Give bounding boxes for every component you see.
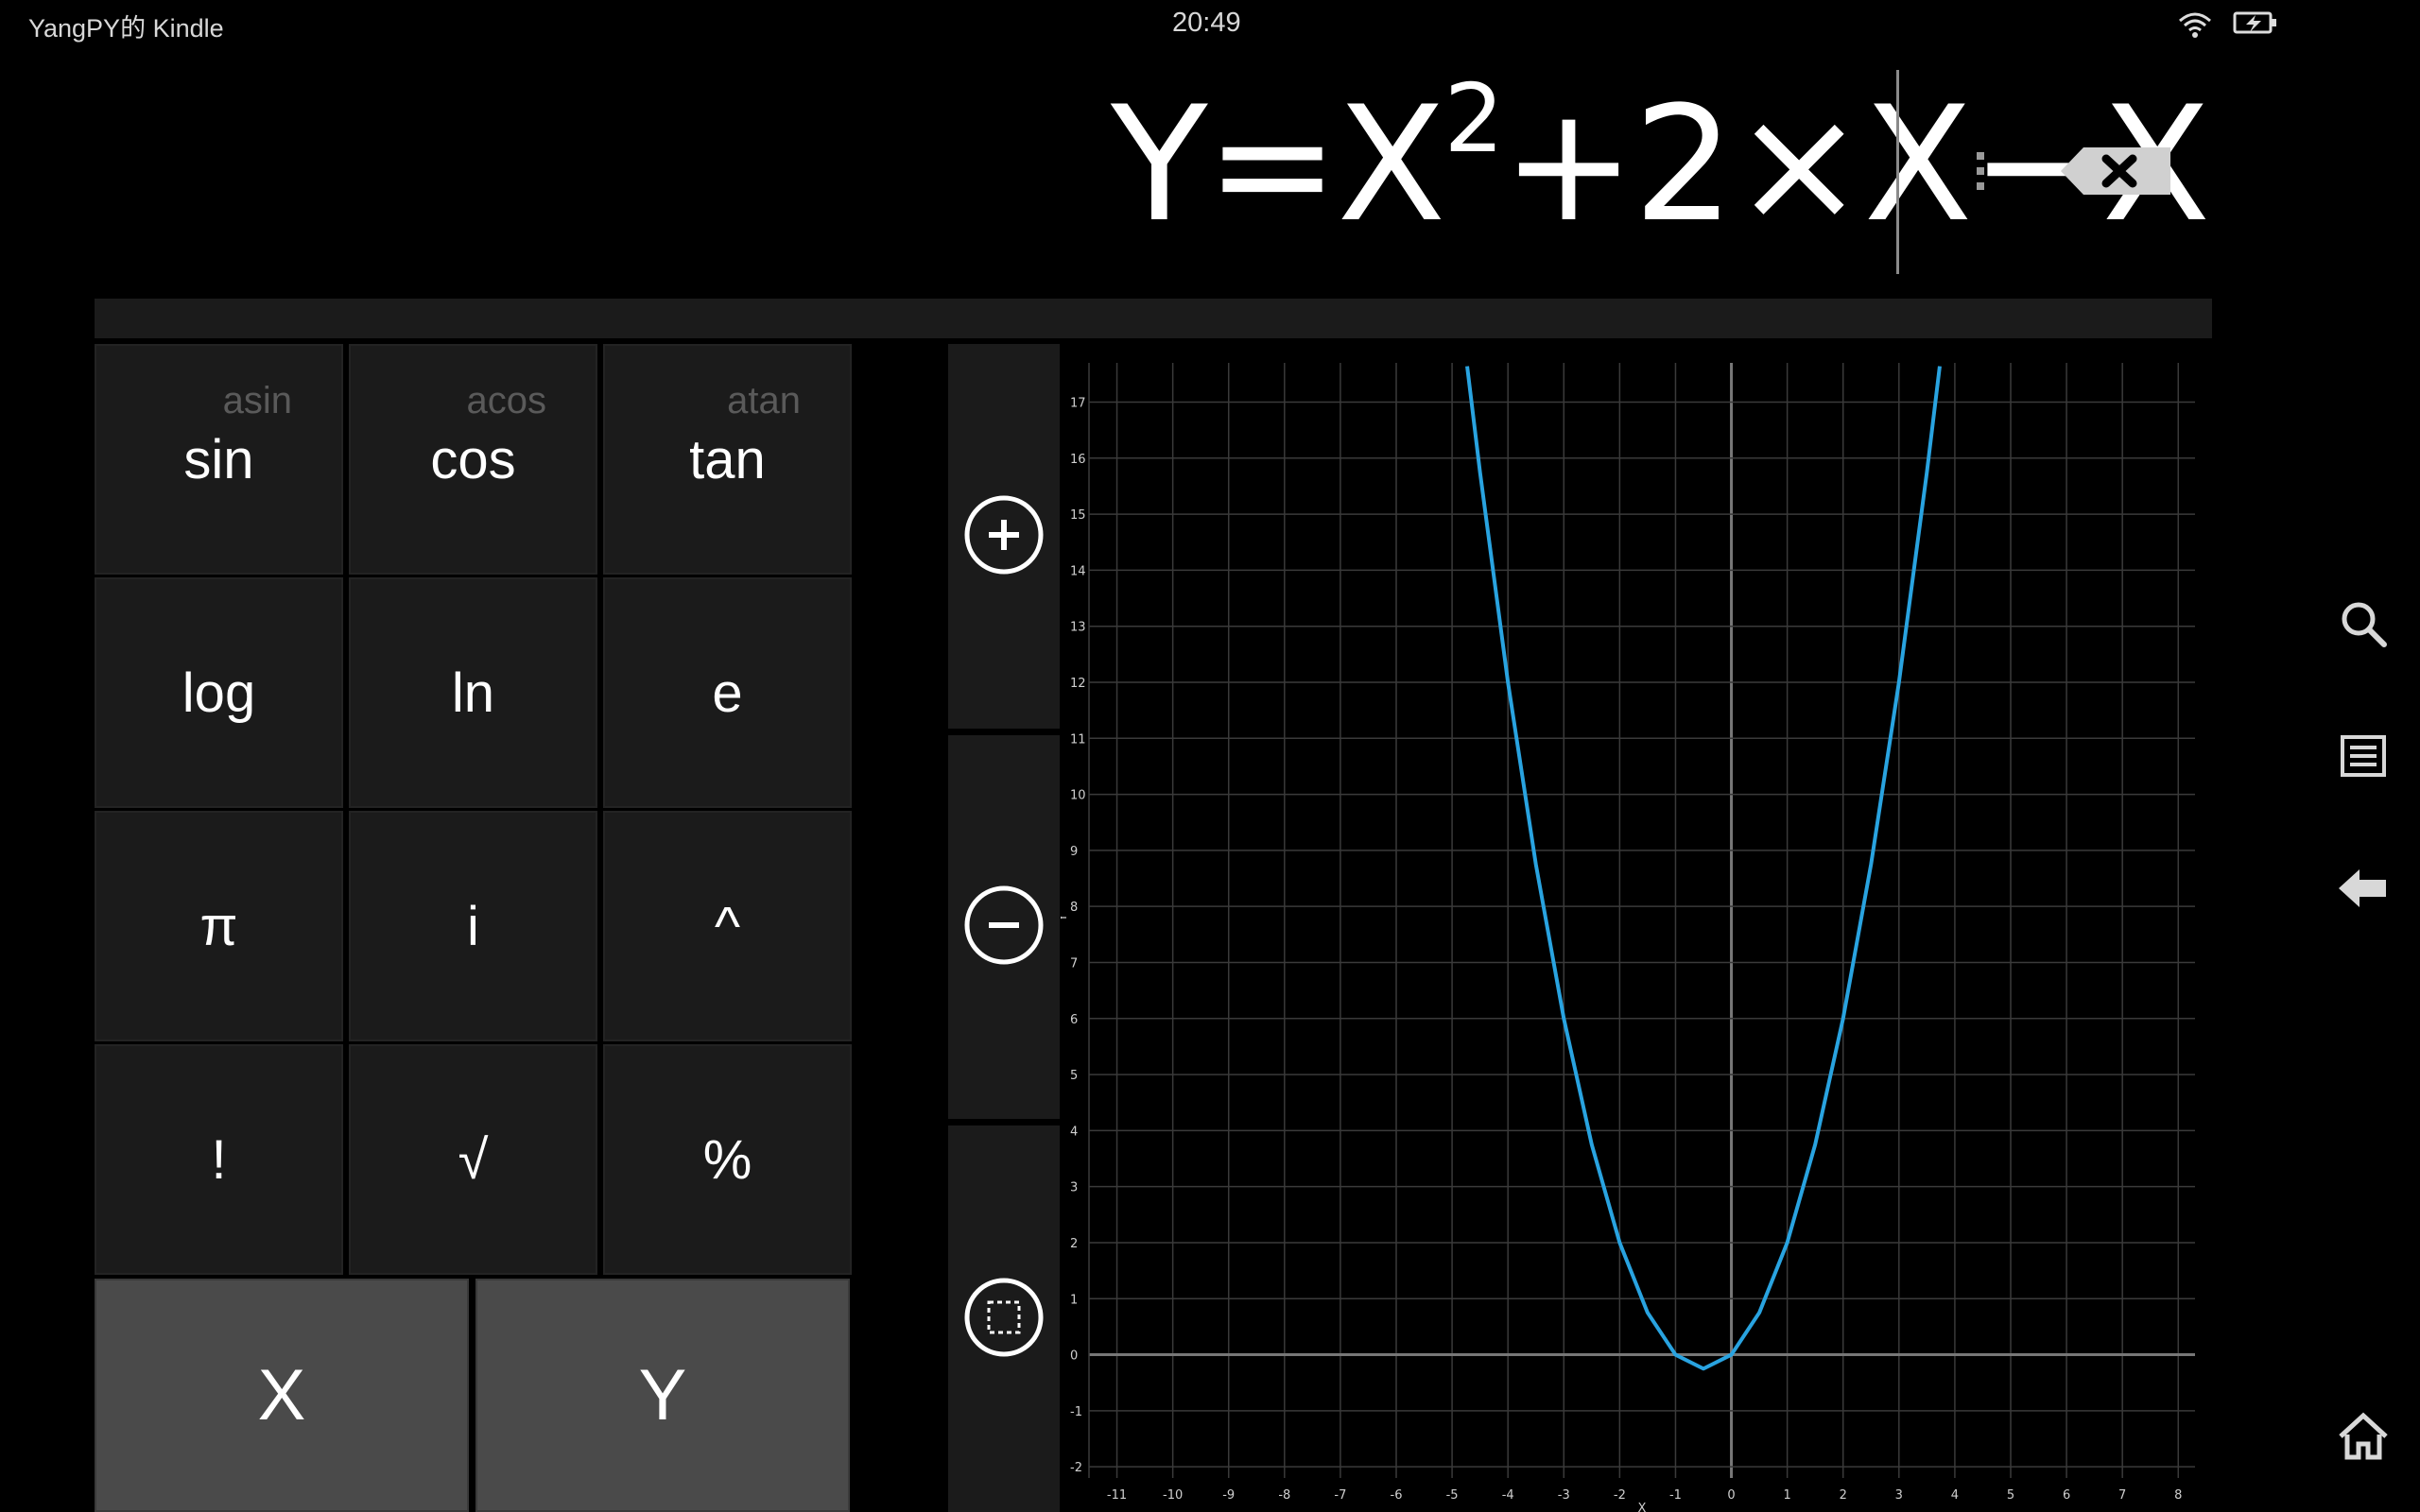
zoom-out-button[interactable] [948, 735, 1060, 1119]
x-tick-label: 4 [1951, 1488, 1959, 1503]
key-x[interactable]: X [95, 1279, 469, 1512]
key-label: Y [638, 1355, 687, 1435]
x-tick-label: -6 [1391, 1488, 1403, 1503]
back-arrow-icon[interactable] [2325, 850, 2401, 926]
wifi-icon [2176, 9, 2214, 43]
y-tick-label: 2 [1070, 1237, 1078, 1251]
backspace-icon[interactable] [2057, 142, 2174, 200]
y-tick-label: 17 [1070, 397, 1086, 411]
x-tick-label: -8 [1278, 1488, 1290, 1503]
x-tick-label: 2 [1840, 1488, 1847, 1503]
y-tick-label: -1 [1070, 1405, 1082, 1419]
y-tick-label: 7 [1070, 956, 1078, 971]
zoom-fit-icon [962, 1276, 1046, 1363]
zoom-in-button[interactable] [948, 344, 1060, 729]
key-ln[interactable]: ln [349, 577, 597, 808]
y-tick-label: 11 [1070, 732, 1086, 747]
key-alt-label: asin [222, 380, 292, 421]
key-label: cos [430, 428, 516, 490]
x-tick-label: -1 [1669, 1488, 1682, 1503]
zoom-out-icon [962, 884, 1046, 971]
key-label: e [712, 662, 743, 724]
system-nav-bar [2307, 0, 2420, 1512]
result-strip [95, 299, 2212, 338]
y-tick-label: 8 [1070, 901, 1078, 915]
key-label: tan [689, 428, 766, 490]
x-tick-label: -5 [1446, 1488, 1459, 1503]
x-tick-label: -7 [1334, 1488, 1346, 1503]
key-label: log [182, 662, 256, 724]
x-tick-label: -10 [1163, 1488, 1183, 1503]
key-pi[interactable]: π [95, 811, 343, 1041]
y-tick-label: 0 [1070, 1349, 1078, 1364]
graph-area[interactable]: -11 -10 -9 -8 -7 -6 -5 -4 -3 -2 -1 0 1 2 3 4 5 6 7 8 -2 -1 0 1 2… [1061, 344, 2307, 1512]
y-tick-label: 15 [1070, 508, 1086, 523]
y-tick-label: 13 [1070, 621, 1086, 635]
text-cursor [1896, 70, 1899, 274]
key-label: i [467, 895, 479, 957]
device-name: YangPY的 Kindle [28, 14, 224, 43]
x-tick-label: 0 [1727, 1488, 1735, 1503]
x-tick-label: -2 [1614, 1488, 1626, 1503]
key-power[interactable]: ^ [603, 811, 852, 1041]
status-bar: YangPY的 Kindle 20:49 [0, 0, 2307, 49]
y-tick-label: 1 [1070, 1293, 1078, 1307]
key-e[interactable]: e [603, 577, 852, 808]
key-label: % [702, 1128, 752, 1191]
key-label: √ [458, 1128, 489, 1191]
formula-prefix: Y=X [1111, 72, 1445, 257]
menu-list-icon[interactable] [2325, 718, 2401, 794]
x-tick-label: -11 [1107, 1488, 1127, 1503]
y-tick-label: 16 [1070, 453, 1086, 467]
home-icon[interactable] [2325, 1399, 2401, 1474]
x-tick-label: 5 [2007, 1488, 2014, 1503]
y-tick-label: 4 [1070, 1125, 1078, 1139]
key-y[interactable]: Y [475, 1279, 850, 1512]
key-log[interactable]: log [95, 577, 343, 808]
x-tick-label: 3 [1895, 1488, 1903, 1503]
battery-charging-icon [2233, 9, 2278, 40]
key-alt-label: atan [727, 380, 801, 421]
key-label: ! [211, 1128, 227, 1191]
y-tick-label: 3 [1070, 1181, 1078, 1195]
formula-display[interactable]: Y=X2+2×X−X [1111, 72, 2210, 245]
x-tick-label: 6 [2063, 1488, 2070, 1503]
key-label: ^ [714, 895, 741, 957]
graph-canvas[interactable]: -11 -10 -9 -8 -7 -6 -5 -4 -3 -2 -1 0 1 2 3 4 5 6 7 8-2-1012… [1061, 344, 2307, 1512]
y-tick-label: 14 [1070, 564, 1086, 578]
clock: 20:49 [1172, 8, 1241, 38]
key-label: X [257, 1355, 306, 1435]
key-label: ln [451, 662, 495, 724]
x-axis-label: X [1638, 1502, 1647, 1512]
x-tick-label: -9 [1222, 1488, 1235, 1503]
search-icon[interactable] [2325, 586, 2401, 662]
y-tick-label: 10 [1070, 789, 1086, 803]
x-tick-label: 7 [2118, 1488, 2126, 1503]
y-tick-label: 6 [1070, 1013, 1078, 1027]
zoom-fit-button[interactable] [948, 1125, 1060, 1512]
x-tick-label: -4 [1502, 1488, 1514, 1503]
key-tan[interactable]: atan tan [603, 344, 852, 575]
key-factorial[interactable]: ! [95, 1044, 343, 1275]
key-label: π [199, 895, 238, 957]
key-i[interactable]: i [349, 811, 597, 1041]
menu-dots-icon[interactable] [1966, 146, 1995, 203]
x-tick-label: -3 [1558, 1488, 1570, 1503]
key-alt-label: acos [466, 380, 547, 421]
key-sin[interactable]: asin sin [95, 344, 343, 575]
x-tick-label: 1 [1783, 1488, 1790, 1503]
zoom-in-icon [962, 493, 1046, 580]
function-curve [1465, 366, 1942, 1371]
key-label: sin [183, 428, 254, 490]
y-tick-label: 9 [1070, 845, 1078, 859]
y-tick-label: -2 [1070, 1461, 1082, 1475]
key-cos[interactable]: acos cos [349, 344, 597, 575]
key-sqrt[interactable]: √ [349, 1044, 597, 1275]
formula-exponent: 2 [1443, 63, 1504, 174]
y-tick-label: 5 [1070, 1069, 1078, 1083]
y-axis-label: Y [1061, 914, 1070, 922]
key-percent[interactable]: % [603, 1044, 852, 1275]
x-tick-label: 8 [2174, 1488, 2182, 1503]
y-tick-label: 12 [1070, 677, 1086, 691]
